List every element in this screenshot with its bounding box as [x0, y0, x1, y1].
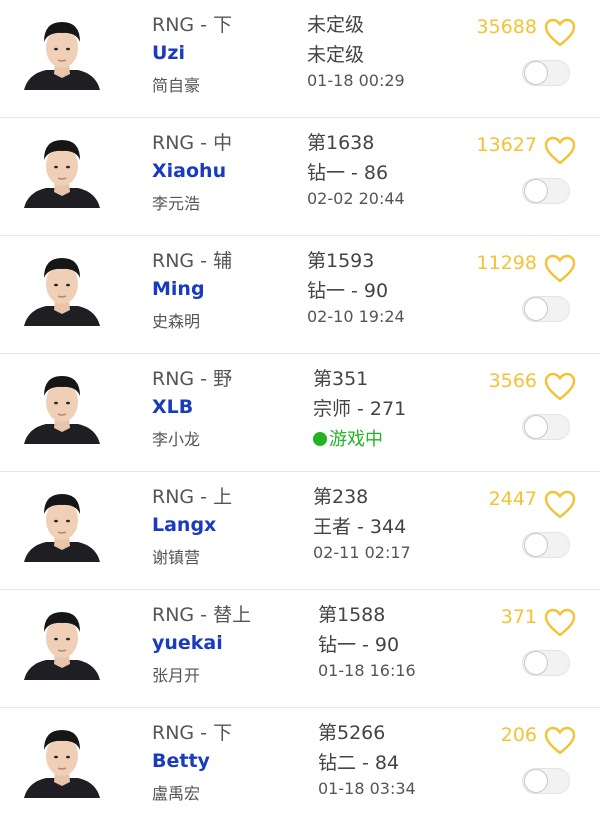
player-row[interactable]: RNG - 替上 yuekai 张月开 第1588 钻一 - 90 01-18 … [0, 590, 600, 708]
player-name[interactable]: XLB [152, 396, 193, 418]
heart-icon[interactable] [544, 726, 576, 756]
like-count: 13627 [476, 134, 537, 156]
ladder-rank: 第5266 [318, 722, 386, 744]
last-seen-time: 01-18 16:16 [318, 661, 416, 680]
team-role: RNG - 上 [152, 486, 233, 508]
tier-points: 钻一 - 90 [307, 280, 389, 302]
player-name[interactable]: Ming [152, 278, 205, 300]
tier-points: 未定级 [307, 44, 365, 66]
toggle-knob [524, 769, 548, 793]
real-name: 李小龙 [152, 430, 201, 449]
player-name[interactable]: Betty [152, 750, 210, 772]
like-count: 35688 [476, 16, 537, 38]
tier-points: 钻一 - 86 [307, 162, 389, 184]
tier-points: 钻二 - 84 [318, 752, 400, 774]
heart-icon[interactable] [544, 608, 576, 638]
tier-points: 钻一 - 90 [318, 634, 400, 656]
last-seen-time: 02-11 02:17 [313, 543, 411, 562]
ladder-rank: 第1593 [307, 250, 375, 272]
player-row[interactable]: RNG - 上 Langx 谢镇营 第238 王者 - 344 02-11 02… [0, 472, 600, 590]
tier-points: 宗师 - 271 [313, 398, 407, 420]
toggle-knob [524, 415, 548, 439]
toggle-knob [524, 179, 548, 203]
player-row[interactable]: RNG - 辅 Ming 史森明 第1593 钻一 - 90 02-10 19:… [0, 236, 600, 354]
tier-points: 王者 - 344 [313, 516, 407, 538]
player-row[interactable]: RNG - 野 XLB 李小龙 第351 宗师 - 271 游戏中 3566 [0, 354, 600, 472]
online-dot-icon [313, 432, 327, 446]
team-role: RNG - 下 [152, 722, 233, 744]
player-avatar [22, 602, 102, 680]
toggle-knob [524, 61, 548, 85]
player-name[interactable]: Xiaohu [152, 160, 226, 182]
team-role: RNG - 下 [152, 14, 233, 36]
real-name: 简自豪 [152, 76, 201, 95]
player-avatar [22, 484, 102, 562]
team-role: RNG - 中 [152, 132, 233, 154]
last-seen-time: 02-10 19:24 [307, 307, 405, 326]
follow-toggle[interactable] [522, 650, 570, 676]
follow-toggle[interactable] [522, 60, 570, 86]
player-name[interactable]: Langx [152, 514, 216, 536]
heart-icon[interactable] [544, 254, 576, 284]
heart-icon[interactable] [544, 372, 576, 402]
player-row[interactable]: RNG - 下 Betty 盧禹宏 第5266 钻二 - 84 01-18 03… [0, 708, 600, 826]
like-count: 371 [500, 606, 537, 628]
ladder-rank: 第351 [313, 368, 369, 390]
last-seen-time: 01-18 00:29 [307, 71, 405, 90]
player-name[interactable]: Uzi [152, 42, 185, 64]
follow-toggle[interactable] [522, 532, 570, 558]
player-avatar [22, 720, 102, 798]
like-count: 3566 [488, 370, 537, 392]
ladder-rank: 第238 [313, 486, 369, 508]
player-row[interactable]: RNG - 下 Uzi 简自豪 未定级 未定级 01-18 00:29 3568… [0, 0, 600, 118]
like-count: 2447 [488, 488, 537, 510]
team-role: RNG - 野 [152, 368, 233, 390]
ladder-rank: 未定级 [307, 14, 365, 36]
last-seen-time: 01-18 03:34 [318, 779, 416, 798]
real-name: 盧禹宏 [152, 784, 201, 803]
player-avatar [22, 12, 102, 90]
in-game-status: 游戏中 [313, 425, 383, 451]
toggle-knob [524, 651, 548, 675]
ladder-rank: 第1588 [318, 604, 386, 626]
heart-icon[interactable] [544, 136, 576, 166]
follow-toggle[interactable] [522, 296, 570, 322]
player-name[interactable]: yuekai [152, 632, 223, 654]
team-role: RNG - 替上 [152, 604, 252, 626]
real-name: 张月开 [152, 666, 201, 685]
player-list: RNG - 下 Uzi 简自豪 未定级 未定级 01-18 00:29 3568… [0, 0, 600, 803]
follow-toggle[interactable] [522, 178, 570, 204]
player-row[interactable]: RNG - 中 Xiaohu 李元浩 第1638 钻一 - 86 02-02 2… [0, 118, 600, 236]
player-avatar [22, 366, 102, 444]
like-count: 206 [500, 724, 537, 746]
like-count: 11298 [476, 252, 537, 274]
team-role: RNG - 辅 [152, 250, 233, 272]
real-name: 谢镇营 [152, 548, 201, 567]
toggle-knob [524, 533, 548, 557]
last-seen-time: 02-02 20:44 [307, 189, 405, 208]
in-game-label: 游戏中 [329, 429, 383, 450]
real-name: 史森明 [152, 312, 201, 331]
toggle-knob [524, 297, 548, 321]
heart-icon[interactable] [544, 18, 576, 48]
player-avatar [22, 130, 102, 208]
real-name: 李元浩 [152, 194, 201, 213]
follow-toggle[interactable] [522, 768, 570, 794]
heart-icon[interactable] [544, 490, 576, 520]
follow-toggle[interactable] [522, 414, 570, 440]
player-avatar [22, 248, 102, 326]
ladder-rank: 第1638 [307, 132, 375, 154]
